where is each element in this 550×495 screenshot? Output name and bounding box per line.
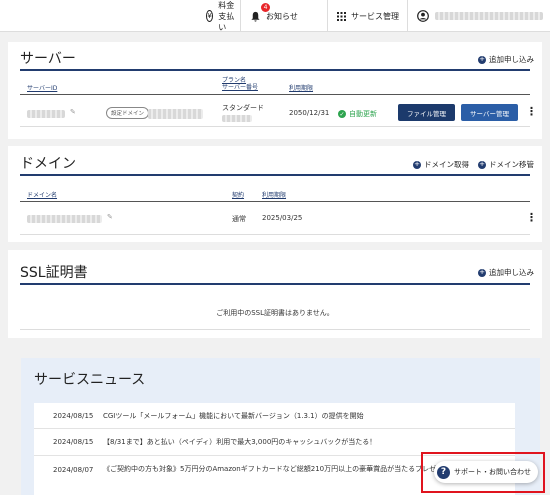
- news-date: 2024/08/15: [53, 412, 94, 420]
- th-domain-expiry[interactable]: 利用期限: [262, 192, 286, 199]
- domain-row-divider: [20, 234, 530, 235]
- domain-name-redacted: [27, 215, 102, 223]
- domain-acquire-label: ドメイン取得: [424, 160, 469, 169]
- service-link[interactable]: サービス管理: [327, 0, 406, 32]
- domain-expiry: 2025/03/25: [262, 214, 303, 222]
- news-title: サービスニュース: [34, 372, 146, 388]
- th-domain-name[interactable]: ドメイン名: [27, 192, 57, 199]
- th-server-id[interactable]: サーバーID: [27, 85, 57, 92]
- server-plan: スタンダード: [222, 104, 264, 112]
- server-manager-button[interactable]: サーバー管理: [461, 104, 518, 121]
- yen-icon: ¥: [206, 10, 214, 22]
- plus-circle-icon: +: [413, 160, 421, 169]
- server-add-link[interactable]: + 追加申し込み: [478, 54, 534, 65]
- plus-circle-icon: +: [478, 55, 486, 64]
- edit-pencil-icon[interactable]: ✎: [107, 213, 113, 221]
- th-contract[interactable]: 契約: [232, 192, 244, 199]
- user-icon: [417, 10, 429, 22]
- news-date: 2024/08/07: [53, 466, 94, 474]
- server-add-label: 追加申し込み: [489, 55, 534, 64]
- ssl-section-title: SSL証明書: [20, 265, 88, 281]
- check-circle-icon: ✓: [338, 110, 346, 118]
- ssl-row-divider: [20, 329, 530, 330]
- support-label: サポート・お問い合わせ: [454, 468, 531, 476]
- payment-link[interactable]: ¥ 料金支払い: [197, 0, 239, 32]
- th-server-expiry[interactable]: 利用期限: [289, 85, 313, 92]
- news-date: 2024/08/15: [53, 438, 94, 446]
- ssl-add-label: 追加申し込み: [489, 268, 534, 277]
- news-item[interactable]: 2024/08/15 CGIツール「メールフォーム」機能において最新バージョン（…: [34, 403, 515, 429]
- plus-circle-icon: +: [478, 160, 486, 169]
- server-id-redacted: [27, 110, 65, 118]
- bell-icon: [251, 11, 260, 22]
- domain-section-title: ドメイン: [20, 156, 76, 172]
- server-header-divider: [20, 94, 530, 95]
- ssl-section-divider: [20, 283, 530, 285]
- server-section-divider: [20, 69, 530, 71]
- notice-badge: 4: [261, 3, 270, 12]
- server-panel: サーバー + 追加申し込み サーバーID プラン名 サーバー番号 利用期限 ✎ …: [8, 42, 542, 139]
- notice-link[interactable]: 4 お知らせ: [240, 0, 326, 32]
- ssl-empty-message: ご利用中のSSL証明書はありません。: [216, 309, 334, 317]
- domain-section-divider: [20, 174, 530, 176]
- server-row-divider: [20, 126, 530, 127]
- ssl-panel: SSL証明書 + 追加申し込み ご利用中のSSL証明書はありません。: [8, 250, 542, 338]
- payment-label: 料金支払い: [218, 0, 235, 32]
- service-label: サービス管理: [351, 11, 399, 21]
- account-menu[interactable]: [407, 0, 550, 32]
- th-server-number[interactable]: サーバー番号: [222, 84, 258, 91]
- domain-contract: 通常: [232, 215, 246, 223]
- file-manager-button[interactable]: ファイル管理: [398, 104, 455, 121]
- domain-setting-tag: 設定ドメイン: [106, 107, 150, 119]
- top-bar: ¥ 料金支払い 4 お知らせ サービス管理: [0, 0, 550, 32]
- news-text: CGIツール「メールフォーム」機能において最新バージョン（1.3.1）の提供を開…: [103, 412, 364, 420]
- support-contact-button[interactable]: ? サポート・お問い合わせ: [434, 461, 538, 483]
- ssl-add-link[interactable]: + 追加申し込み: [478, 267, 534, 278]
- edit-pencil-icon[interactable]: ✎: [70, 108, 76, 116]
- server-domain-redacted: [148, 109, 203, 119]
- question-icon: ?: [437, 465, 450, 479]
- domain-more-icon[interactable]: ⋮: [526, 212, 537, 223]
- account-name-redacted: [435, 12, 543, 20]
- grid-icon: [337, 11, 346, 21]
- server-expiry: 2050/12/31: [289, 109, 330, 117]
- domain-transfer-link[interactable]: + ドメイン移管: [478, 159, 534, 170]
- notice-label: お知らせ: [266, 11, 298, 21]
- domain-acquire-link[interactable]: + ドメイン取得: [413, 159, 469, 170]
- news-text: 【8/31まで】あと払い（ペイディ）利用で最大3,000円のキャッシュバックが当…: [103, 438, 377, 446]
- server-more-icon[interactable]: ⋮: [526, 106, 537, 117]
- server-section-title: サーバー: [20, 51, 76, 67]
- domain-transfer-label: ドメイン移管: [489, 160, 534, 169]
- domain-header-divider: [20, 201, 530, 202]
- plus-circle-icon: +: [478, 268, 486, 277]
- server-number-redacted: [222, 115, 252, 122]
- domain-panel: ドメイン + ドメイン取得 + ドメイン移管 ドメイン名 契約 利用期限 ✎ 通…: [8, 146, 542, 242]
- auto-renew-status: ✓ 自動更新: [338, 109, 377, 119]
- auto-renew-label: 自動更新: [349, 110, 377, 118]
